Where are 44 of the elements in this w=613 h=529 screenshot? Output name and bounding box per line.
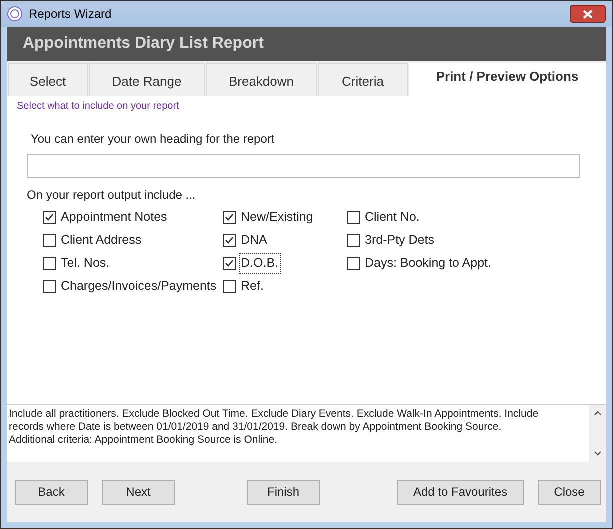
heading-field[interactable] [27,154,580,178]
scroll-up-icon[interactable] [594,411,602,416]
checkbox-label: New/Existing [240,209,314,226]
checkbox-label: Ref. [240,278,265,296]
tab[interactable]: Print / Preview Options [409,63,606,96]
dialog-button[interactable]: Close [538,480,601,504]
close-icon [583,10,593,18]
checkbox[interactable] [223,211,236,224]
checkbox[interactable] [43,280,56,293]
include-label: On your report output include ... [27,187,197,204]
close-button[interactable] [570,5,606,23]
checkbox[interactable] [43,234,56,247]
app-icon [7,6,23,22]
checkbox-label: Charges/Invoices/Payments [60,278,218,296]
checkbox-label: Tel. Nos. [60,255,111,272]
dialog-button[interactable]: Finish [247,480,320,504]
checkbox[interactable] [43,257,56,270]
checkbox-label: D.O.B. [240,254,280,273]
checkbox[interactable] [223,280,236,293]
checkbox-label: 3rd-Pty Dets [364,232,436,250]
checkbox-label: Client Address [60,232,143,250]
report-title: Appointments Diary List Report [23,34,264,54]
dialog-button[interactable]: Next [102,480,175,504]
heading-label: You can enter your own heading for the report [31,131,276,148]
checkbox-label: Days: Booking to Appt. [364,255,492,272]
dialog-button[interactable]: Back [15,480,88,504]
checkbox[interactable] [347,257,360,270]
dialog-button[interactable]: Add to Favourites [397,480,524,504]
checkbox[interactable] [347,234,360,247]
checkbox[interactable] [347,211,360,224]
checkbox[interactable] [223,234,236,247]
instruction-text: Select what to include on your report [17,100,180,114]
tab[interactable]: Date Range [89,63,205,96]
window-title: Reports Wizard [29,6,112,23]
checkbox[interactable] [223,257,236,270]
tab[interactable]: Breakdown [206,63,317,96]
checkbox-label: Appointment Notes [60,209,168,226]
checkbox-label: Client No. [364,209,421,226]
scroll-down-icon[interactable] [594,451,602,456]
tab[interactable]: Select [8,63,88,96]
checkbox-label: DNA [240,232,268,250]
summary-text: Include all practitioners. Exclude Blocked Out Time. Exclude Diary Events. Exclude Walk-In Appointments. Include records where Date is between 01/01/2019 and 31/01/2019. Break down by Appointment Booking Source. Additional criteria: Appointment Booking Source is Online. [7,405,589,462]
tab[interactable]: Criteria [318,63,408,96]
checkbox[interactable] [43,211,56,224]
